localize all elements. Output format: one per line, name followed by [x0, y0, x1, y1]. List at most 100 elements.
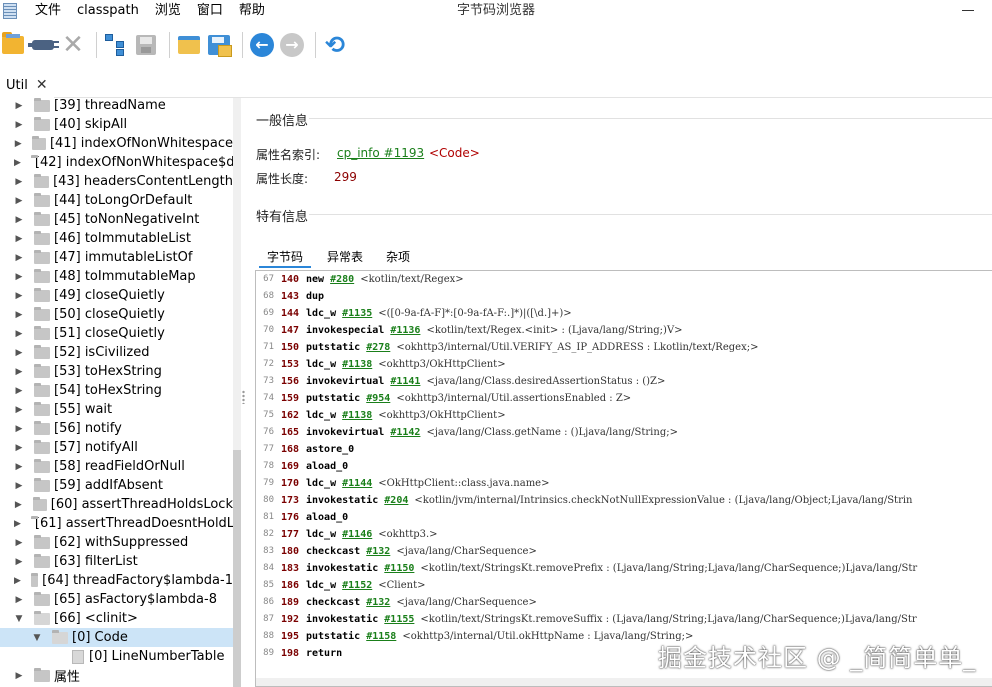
forward-arrow-icon[interactable]: → — [279, 32, 305, 58]
chevron-right-icon[interactable]: ▶ — [14, 310, 24, 320]
tab-bytecode[interactable]: 字节码 — [259, 248, 311, 268]
tree-item[interactable]: ▶ [43] headersContentLength — [0, 172, 233, 191]
chevron-right-icon[interactable]: ▶ — [14, 215, 24, 225]
open-folder-icon[interactable] — [0, 32, 26, 58]
minimize-button[interactable] — [962, 10, 974, 11]
constant-pool-link[interactable]: #954 — [366, 393, 390, 404]
tree-item[interactable]: ▶ [46] toImmutableList — [0, 229, 233, 248]
menu-classpath[interactable]: classpath — [69, 0, 147, 22]
chevron-right-icon[interactable]: ▶ — [14, 405, 24, 415]
constant-pool-link[interactable]: #278 — [366, 342, 390, 353]
close-icon[interactable]: ✕ — [36, 77, 48, 93]
chevron-down-icon[interactable]: ▼ — [14, 614, 24, 624]
chevron-right-icon[interactable]: ▶ — [14, 139, 22, 149]
tree-scrollbar-thumb[interactable] — [233, 450, 241, 687]
splitter-handle[interactable] — [242, 390, 245, 404]
tree-item-code[interactable]: ▼ [0] Code — [0, 628, 233, 647]
tree-item[interactable]: ▶ [47] immutableListOf — [0, 248, 233, 267]
tree-item[interactable]: ▶ [62] withSuppressed — [0, 533, 233, 552]
constant-pool-link[interactable]: #1158 — [366, 631, 396, 642]
chevron-right-icon[interactable]: ▶ — [14, 120, 24, 130]
chevron-right-icon[interactable]: ▶ — [14, 253, 24, 263]
chevron-right-icon[interactable]: ▶ — [14, 595, 24, 605]
constant-pool-link[interactable]: #1135 — [342, 308, 372, 319]
chevron-right-icon[interactable]: ▶ — [14, 101, 24, 111]
chevron-right-icon[interactable]: ▶ — [14, 443, 24, 453]
chevron-down-icon[interactable]: ▼ — [32, 633, 42, 643]
menu-browse[interactable]: 浏览 — [147, 0, 189, 22]
tree-item[interactable]: ▶ [40] skipAll — [0, 115, 233, 134]
menu-window[interactable]: 窗口 — [189, 0, 231, 22]
chevron-right-icon[interactable]: ▶ — [14, 538, 24, 548]
tree-item[interactable]: ▶ [55] wait — [0, 400, 233, 419]
tree-item[interactable]: ▶ [56] notify — [0, 419, 233, 438]
constant-pool-link[interactable]: #1155 — [384, 614, 414, 625]
constant-pool-link[interactable]: #1141 — [390, 376, 420, 387]
chevron-right-icon[interactable]: ▶ — [14, 196, 24, 206]
tab-exception-table[interactable]: 异常表 — [323, 248, 367, 268]
chevron-right-icon[interactable]: ▶ — [14, 462, 24, 472]
tab-misc[interactable]: 杂项 — [381, 248, 415, 268]
tree-item[interactable]: ▶ [61] assertThreadDoesntHoldLo — [0, 514, 233, 533]
tree-item[interactable]: ▶ [54] toHexString — [0, 381, 233, 400]
chevron-right-icon[interactable]: ▶ — [14, 500, 23, 510]
menu-file[interactable]: 文件 — [27, 0, 69, 22]
name-index-link[interactable]: cp_info #1193 — [337, 146, 424, 160]
chevron-right-icon[interactable]: ▶ — [14, 234, 24, 244]
close-x-icon[interactable]: ✕ — [60, 32, 86, 58]
constant-pool-link[interactable]: #1150 — [384, 563, 414, 574]
refresh-icon[interactable]: ⟲ — [322, 32, 348, 58]
tree-item[interactable]: ▼ [66] <clinit> — [0, 609, 233, 628]
tree-item-attributes[interactable]: ▶ 属性 — [0, 666, 233, 685]
tree-item[interactable]: ▶ [44] toLongOrDefault — [0, 191, 233, 210]
constant-pool-link[interactable]: #1136 — [390, 325, 420, 336]
tree-item[interactable]: ▶ [50] closeQuietly — [0, 305, 233, 324]
tree-item[interactable]: ▶ [64] threadFactory$lambda-1 — [0, 571, 233, 590]
tree-item[interactable]: ▶ [53] toHexString — [0, 362, 233, 381]
tree-item[interactable]: ▶ [57] notifyAll — [0, 438, 233, 457]
tree-item[interactable]: ▶ [48] toImmutableMap — [0, 267, 233, 286]
constant-pool-link[interactable]: #1152 — [342, 580, 372, 591]
tree-item[interactable]: ▶ [42] indexOfNonWhitespace$de — [0, 153, 233, 172]
chevron-right-icon[interactable]: ▶ — [14, 158, 21, 168]
constant-pool-link[interactable]: #1138 — [342, 359, 372, 370]
tree-item[interactable]: ▶ [60] assertThreadHoldsLock — [0, 495, 233, 514]
chevron-right-icon[interactable]: ▶ — [14, 519, 21, 529]
tree-item[interactable]: ▶ [41] indexOfNonWhitespace — [0, 134, 233, 153]
chevron-right-icon[interactable]: ▶ — [14, 329, 24, 339]
tree-item[interactable]: ▶ [39] threadName — [0, 98, 233, 115]
chevron-right-icon[interactable]: ▶ — [14, 348, 24, 358]
chevron-right-icon[interactable]: ▶ — [14, 367, 24, 377]
constant-pool-link[interactable]: #1138 — [342, 410, 372, 421]
plug-icon[interactable] — [28, 32, 59, 58]
open-file-icon[interactable] — [176, 32, 202, 58]
menu-help[interactable]: 帮助 — [231, 0, 273, 22]
save-icon[interactable] — [133, 32, 159, 58]
constant-pool-link[interactable]: #132 — [366, 546, 390, 557]
tree-item[interactable]: ▶ [45] toNonNegativeInt — [0, 210, 233, 229]
tree-item[interactable]: ▶ [65] asFactory$lambda-8 — [0, 590, 233, 609]
tab-util[interactable]: Util ✕ — [0, 72, 54, 98]
tree-item[interactable]: ▶ [59] addIfAbsent — [0, 476, 233, 495]
chevron-right-icon[interactable]: ▶ — [14, 177, 24, 187]
chevron-right-icon[interactable]: ▶ — [14, 424, 24, 434]
constant-pool-link[interactable]: #1144 — [342, 478, 372, 489]
chevron-right-icon[interactable]: ▶ — [14, 386, 24, 396]
bytecode-view[interactable]: 89 198 return 88 195 putstatic #1158 <okhttp3… — [255, 270, 992, 687]
constant-pool-link[interactable]: #280 — [330, 274, 354, 285]
save-as-icon[interactable] — [206, 32, 232, 58]
chevron-right-icon[interactable]: ▶ — [14, 291, 24, 301]
back-arrow-icon[interactable]: ← — [249, 32, 275, 58]
chevron-right-icon[interactable]: ▶ — [14, 576, 21, 586]
tree-item[interactable]: ▶ [49] closeQuietly — [0, 286, 233, 305]
chevron-right-icon[interactable]: ▶ — [14, 272, 24, 282]
tree-item[interactable]: ▶ [51] closeQuietly — [0, 324, 233, 343]
chevron-right-icon[interactable]: ▶ — [14, 671, 24, 681]
constant-pool-link[interactable]: #1146 — [342, 529, 372, 540]
tree-item[interactable]: ▶ [58] readFieldOrNull — [0, 457, 233, 476]
chevron-right-icon[interactable]: ▶ — [14, 557, 24, 567]
chevron-right-icon[interactable]: ▶ — [14, 481, 24, 491]
tree-item[interactable]: ▶ [63] filterList — [0, 552, 233, 571]
constant-pool-link[interactable]: #1142 — [390, 427, 420, 438]
constant-pool-link[interactable]: #132 — [366, 597, 390, 608]
